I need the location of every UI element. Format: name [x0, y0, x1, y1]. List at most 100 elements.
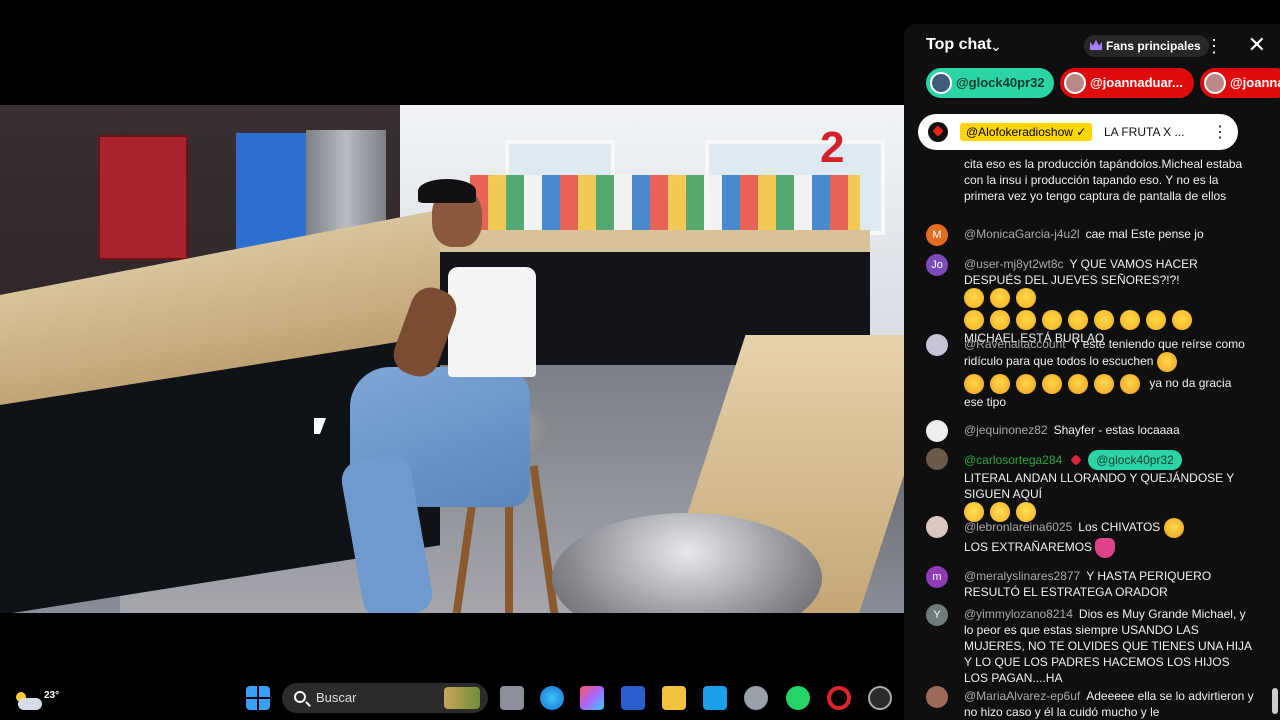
- whatsapp-icon[interactable]: [786, 686, 810, 710]
- message-author[interactable]: @jequinonez82: [964, 423, 1048, 437]
- chat-message-list[interactable]: cita eso es la producción tapándolos.Mic…: [904, 150, 1280, 720]
- message-author[interactable]: @carlosortega284: [964, 453, 1062, 467]
- channel-avatar: [928, 122, 948, 142]
- avatar[interactable]: M: [926, 224, 948, 246]
- loudly-crying-emoji-icon: [1016, 310, 1036, 330]
- search-icon: [294, 691, 306, 703]
- message-author[interactable]: @meralyslinares2877: [964, 569, 1080, 583]
- cloud-icon: [18, 698, 42, 710]
- loudly-crying-emoji-icon: [1068, 310, 1088, 330]
- taskbar-search[interactable]: Buscar: [282, 683, 488, 713]
- pinned-banner[interactable]: @Alofokeradioshow ✓ LA FRUTA X ... ⋮: [918, 114, 1238, 150]
- avatar[interactable]: Jo: [926, 254, 948, 276]
- loudly-crying-emoji-icon: [990, 288, 1010, 308]
- yawning-emoji-icon: [1042, 374, 1062, 394]
- taskbar: 23° Buscar: [0, 676, 904, 720]
- loudly-crying-emoji-icon: [1094, 310, 1114, 330]
- yawning-emoji-icon: [990, 374, 1010, 394]
- live-chat-panel: Top chat ⌄ Fans principales ⋮ ✕ @glock40…: [904, 24, 1280, 720]
- emoji-row: [964, 288, 1042, 308]
- message-text: LOS EXTRAÑAREMOS: [964, 540, 1093, 555]
- search-placeholder: Buscar: [316, 690, 357, 705]
- ticker-chip-label: @joannaduar...: [1090, 75, 1183, 90]
- opera-browser-icon[interactable]: [827, 686, 851, 710]
- loudly-crying-emoji-icon: [1120, 310, 1140, 330]
- ticker-chip[interactable]: @joannaduar...: [1060, 68, 1194, 98]
- loudly-crying-emoji-icon: [1172, 310, 1192, 330]
- message-author[interactable]: @MariaAlvarez-ep6uf: [964, 689, 1080, 703]
- screen: 2 Top chat ⌄ Fans principales ⋮ ✕ @glock…: [0, 0, 1280, 720]
- member-badge-icon: [1070, 454, 1082, 466]
- settings-gear-icon[interactable]: [744, 686, 768, 710]
- banner-text: LA FRUTA X ...: [1104, 125, 1185, 139]
- top-fans-label: Fans principales: [1106, 39, 1201, 53]
- yawning-emoji-icon: [1120, 374, 1140, 394]
- yawning-emoji-icon: [1156, 352, 1177, 372]
- ticker-chip-label: @glock40pr32: [956, 75, 1045, 90]
- video-number-decoration: 2: [820, 123, 845, 172]
- heart-emoji-icon: [1095, 538, 1116, 558]
- avatar[interactable]: [926, 420, 948, 442]
- message-text: LITERAL ANDAN LLORANDO Y QUEJÁNDOSE Y SI…: [964, 471, 1235, 501]
- mention-chip[interactable]: @glock40pr32: [1088, 450, 1182, 470]
- crown-icon: [1090, 40, 1102, 50]
- more-options-icon[interactable]: ⋮: [1204, 36, 1224, 56]
- loudly-crying-emoji-icon: [964, 310, 984, 330]
- message-author[interactable]: @user-mj8yt2wt8c: [964, 257, 1064, 271]
- avatar: [930, 72, 952, 94]
- emoji-row: [964, 310, 1198, 330]
- avatar[interactable]: [926, 448, 948, 470]
- ticker-chip[interactable]: @glock40pr32: [926, 68, 1054, 98]
- message-text: Los CHIVATOS: [1078, 520, 1161, 535]
- task-view-icon[interactable]: [500, 686, 524, 710]
- avatar[interactable]: [926, 334, 948, 356]
- chat-header: Top chat ⌄ Fans principales ⋮ ✕: [904, 24, 1280, 68]
- video-player[interactable]: 2: [0, 105, 904, 613]
- yawning-emoji-icon: [964, 374, 984, 394]
- app-icon[interactable]: [703, 686, 727, 710]
- video-red-banner: [98, 135, 188, 260]
- microsoft-store-icon[interactable]: [621, 686, 645, 710]
- start-button[interactable]: [246, 686, 270, 710]
- chevron-down-icon[interactable]: ⌄: [990, 38, 1002, 55]
- yawning-emoji-icon: [1094, 374, 1114, 394]
- loudly-crying-emoji-icon: [1146, 310, 1166, 330]
- ticker-chip-label: @joanna: [1230, 75, 1280, 90]
- message-author[interactable]: @lebronlareina6025: [964, 520, 1072, 534]
- yawning-emoji-icon: [1016, 374, 1036, 394]
- message-author[interactable]: @yimmylozano8214: [964, 607, 1073, 621]
- avatar: [1064, 72, 1086, 94]
- message-author[interactable]: @MonicaGarcia-j4u2l: [964, 227, 1080, 241]
- top-fans-button[interactable]: Fans principales: [1084, 35, 1209, 57]
- message-author[interactable]: @Ravenaltaccount: [964, 337, 1066, 351]
- file-explorer-icon[interactable]: [662, 686, 686, 710]
- yawning-emoji-icon: [1068, 374, 1088, 394]
- video-person: [338, 177, 560, 613]
- loudly-crying-emoji-icon: [990, 310, 1010, 330]
- banner-author: @Alofokeradioshow ✓: [960, 123, 1093, 141]
- message-text: cae mal Este pense jo: [1085, 227, 1204, 241]
- message-text: cita eso es la producción tapándolos.Mic…: [964, 157, 1243, 203]
- message-text: Shayfer - estas locaaaa: [1053, 423, 1180, 437]
- close-icon[interactable]: ✕: [1248, 34, 1266, 56]
- loudly-crying-emoji-icon: [964, 288, 984, 308]
- search-highlight-icon: [444, 687, 480, 709]
- loudly-crying-emoji-icon: [1042, 310, 1062, 330]
- sad-emoji-icon: [1163, 518, 1184, 538]
- avatar[interactable]: m: [926, 566, 948, 588]
- chat-scrollbar[interactable]: [1272, 688, 1278, 714]
- more-options-icon[interactable]: ⋮: [1212, 122, 1228, 142]
- avatar[interactable]: Y: [926, 604, 948, 626]
- copilot-icon[interactable]: [580, 686, 604, 710]
- ticker-row: @glock40pr32 @joannaduar... @joanna: [904, 68, 1280, 102]
- avatar[interactable]: [926, 686, 948, 708]
- avatar[interactable]: [926, 516, 948, 538]
- weather-temperature: 23°: [44, 690, 60, 701]
- ticker-chip[interactable]: @joanna: [1200, 68, 1280, 98]
- chat-mode-selector[interactable]: Top chat: [926, 36, 991, 54]
- loudly-crying-emoji-icon: [1016, 288, 1036, 308]
- obs-icon[interactable]: [868, 686, 892, 710]
- edge-browser-icon[interactable]: [540, 686, 564, 710]
- weather-widget[interactable]: 23°: [14, 684, 59, 714]
- avatar: [1204, 72, 1226, 94]
